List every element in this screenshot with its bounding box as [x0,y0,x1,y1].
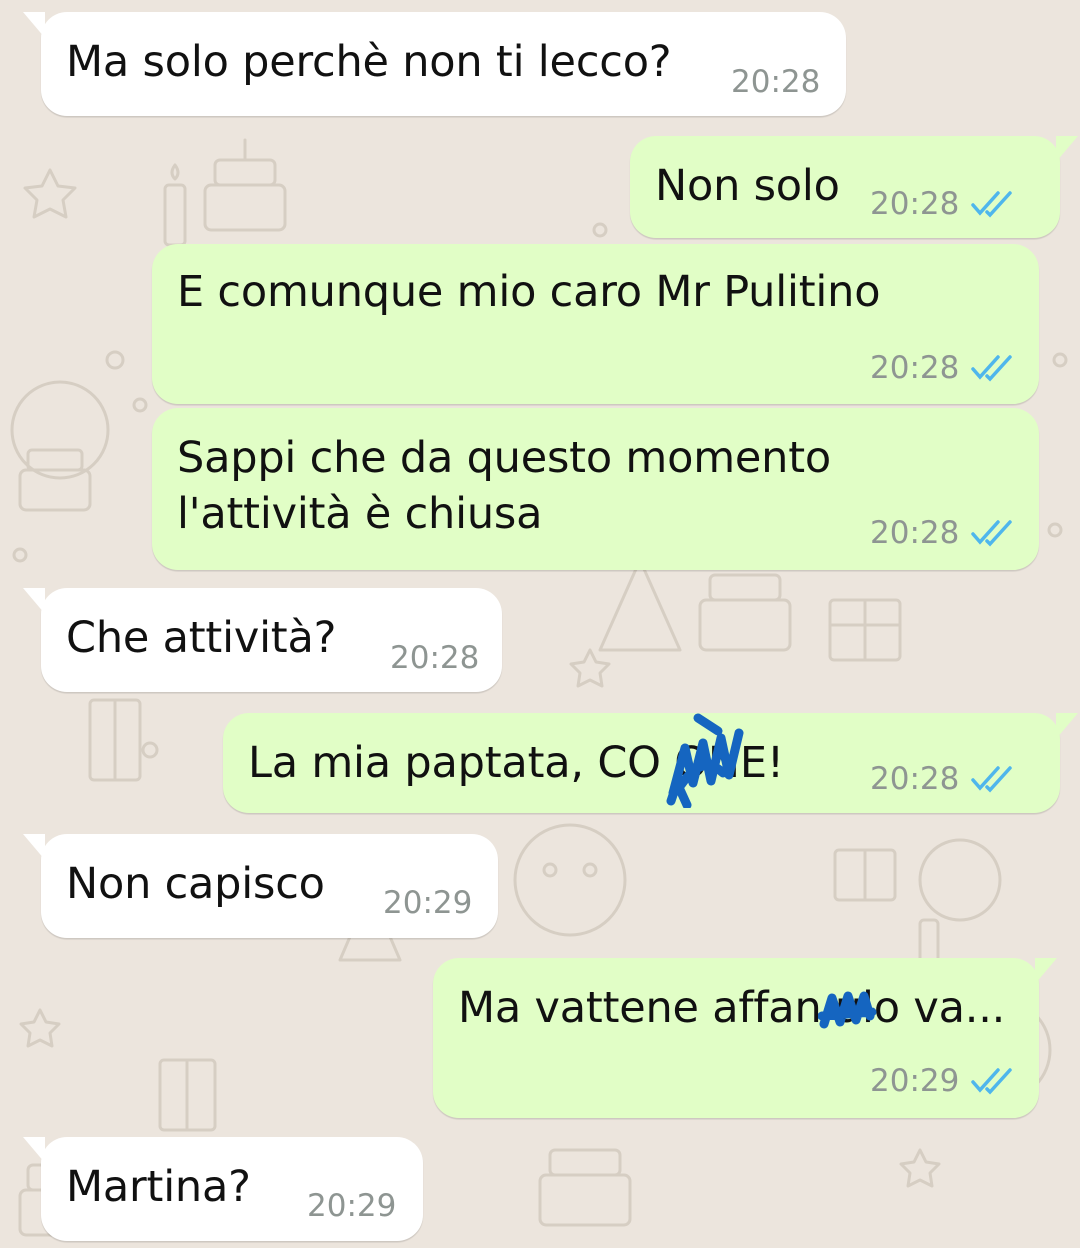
message-text: Non capisco [66,859,325,909]
message-bubble-outgoing[interactable]: La mia paptata, CO ONE! 20:28 [223,713,1078,813]
message-timestamp: 20:29 [870,1063,960,1099]
message-text-line-2: l'attività è chiusa [177,489,543,539]
double-check-icon [971,766,1012,793]
message-text: E comunque mio caro Mr Pulitino [177,267,881,317]
message-bubble-incoming[interactable]: Ma solo perchè non ti lecco? 20:28 [23,12,846,116]
message-text: Ma solo perchè non ti lecco? [66,37,672,87]
message-timestamp: 20:28 [870,350,960,386]
message-text-line-1: Sappi che da questo momento [177,433,831,483]
double-check-icon [971,355,1012,382]
message-text: Ma vattene affan ulo va... [458,983,1006,1033]
message-bubble-outgoing[interactable]: E comunque mio caro Mr Pulitino 20:28 [152,244,1039,404]
message-timestamp: 20:28 [390,640,480,676]
message-timestamp: 20:29 [307,1188,397,1224]
message-bubble-outgoing[interactable]: Sappi che da questo momento l'attività è… [152,408,1039,570]
message-bubble-incoming[interactable]: Martina? 20:29 [23,1137,423,1241]
message-bubble-incoming[interactable]: Che attività? 20:28 [23,588,502,692]
message-timestamp: 20:28 [870,761,960,797]
double-check-icon [971,1068,1012,1095]
message-bubble-outgoing[interactable]: Non solo 20:28 [630,136,1078,238]
censor-scribble [666,713,744,808]
message-timestamp: 20:28 [731,64,821,100]
censor-scribble [818,991,877,1029]
message-bubble-outgoing[interactable]: Ma vattene affan ulo va... 20:29 [433,958,1057,1118]
double-check-icon [971,191,1012,218]
message-timestamp: 20:28 [870,515,960,551]
double-check-icon [971,520,1012,547]
message-text: Non solo [655,161,840,211]
message-timestamp: 20:29 [383,885,473,921]
message-bubble-incoming[interactable]: Non capisco 20:29 [23,834,498,938]
message-text: Martina? [66,1162,251,1212]
message-timestamp: 20:28 [870,186,960,222]
message-text: Che attività? [66,613,337,663]
